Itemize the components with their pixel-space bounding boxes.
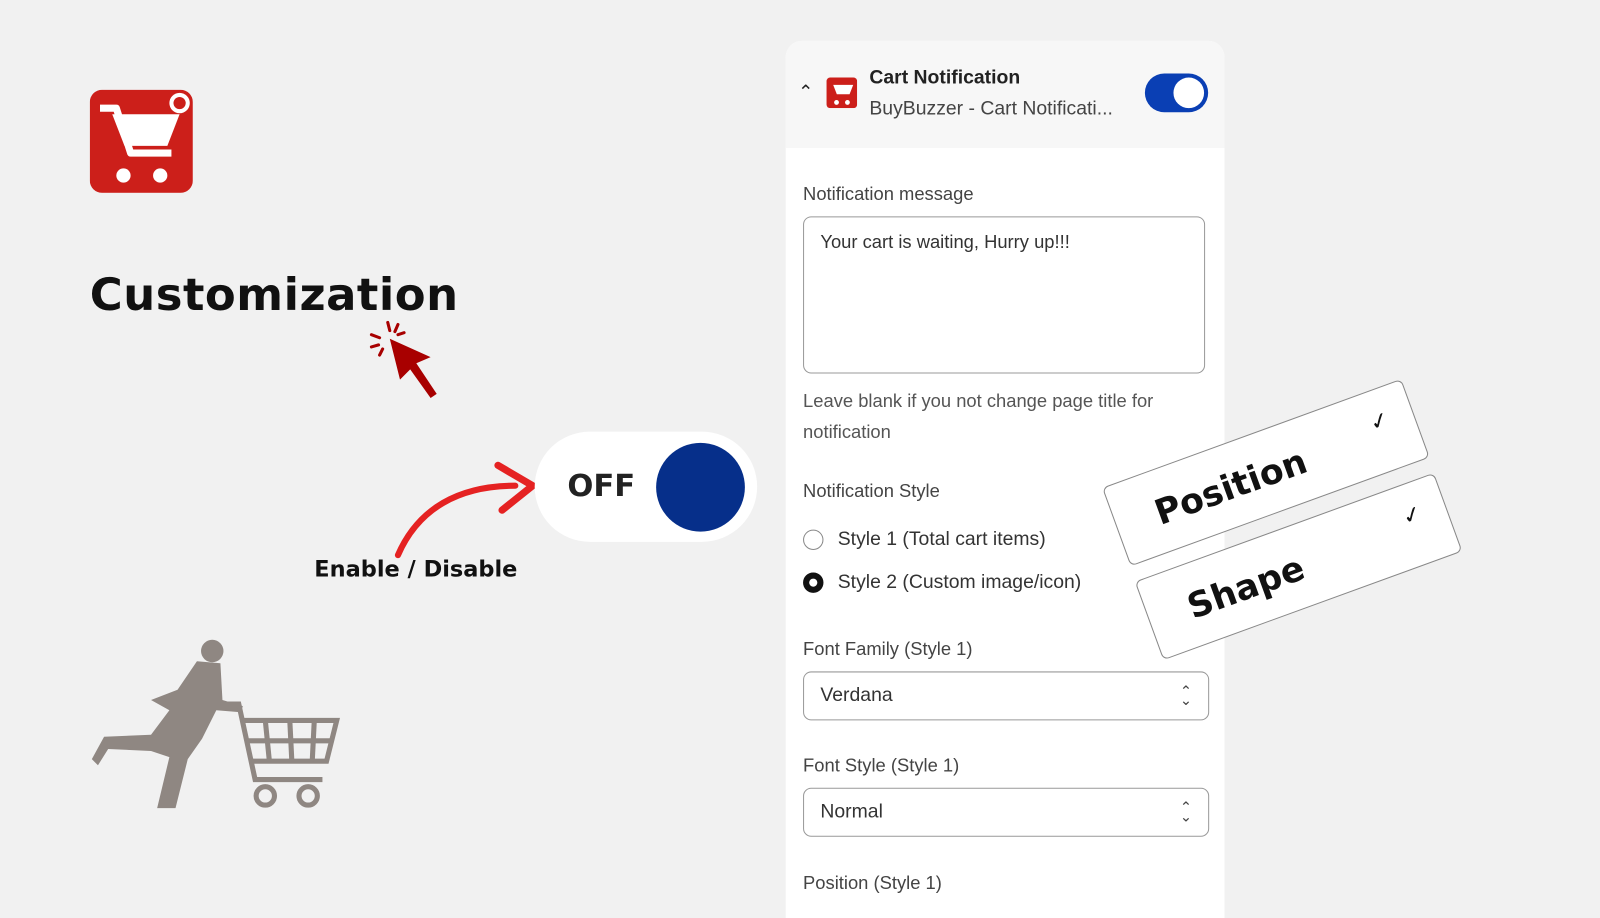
app-logo — [89, 89, 193, 193]
toggle-knob — [656, 442, 745, 532]
enable-disable-label: Enable / Disable — [314, 557, 518, 583]
page-title: Customization — [89, 269, 459, 322]
cart-app-icon — [826, 77, 858, 114]
font-family-select[interactable]: Verdana ⌃ ⌄ — [803, 671, 1210, 721]
chevron-up-icon[interactable]: ⌃ — [798, 82, 813, 103]
radio-checked-icon — [803, 572, 824, 593]
shopper-with-cart-illustration — [90, 637, 345, 821]
chevron-down-icon: ✓ — [1398, 499, 1426, 531]
font-style-label: Font Style (Style 1) — [803, 755, 960, 776]
panel-subtitle: BuyBuzzer - Cart Notificati... — [869, 97, 1113, 120]
position-label: Position (Style 1) — [803, 872, 942, 893]
radio-style-2[interactable]: Style 2 (Custom image/icon) — [803, 571, 1081, 593]
radio-style-1[interactable]: Style 1 (Total cart items) — [803, 529, 1046, 551]
chevron-up-down-icon: ⌃ ⌄ — [1179, 682, 1192, 709]
font-family-label: Font Family (Style 1) — [803, 638, 973, 660]
select-value: Normal — [820, 801, 883, 823]
curved-arrow-icon — [388, 457, 541, 564]
toggle-knob — [1173, 77, 1205, 109]
select-value: Verdana — [820, 684, 893, 707]
chevron-up-down-icon: ⌃ ⌄ — [1179, 798, 1192, 825]
radio-label: Style 2 (Custom image/icon) — [837, 571, 1082, 593]
notification-message-label: Notification message — [803, 183, 974, 205]
help-text: Leave blank if you not change page title… — [803, 390, 1154, 442]
radio-label: Style 1 (Total cart items) — [837, 528, 1046, 550]
card-label: Shape — [1182, 547, 1311, 628]
radio-unchecked-icon — [803, 529, 824, 550]
font-style-select[interactable]: Normal ⌃ ⌄ — [803, 787, 1210, 837]
panel-title: Cart Notification — [869, 67, 1021, 89]
enable-toggle[interactable] — [1144, 73, 1209, 113]
notification-message-input[interactable]: Your cart is waiting, Hurry up!!! — [803, 216, 1206, 374]
demo-toggle[interactable]: OFF — [534, 431, 758, 542]
click-cursor-icon — [367, 318, 444, 407]
panel-header: ⌃ Cart Notification BuyBuzzer - Cart Not… — [785, 40, 1225, 148]
notification-style-label: Notification Style — [803, 480, 940, 502]
toggle-state-label: OFF — [567, 468, 636, 505]
chevron-down-icon: ✓ — [1366, 405, 1393, 437]
